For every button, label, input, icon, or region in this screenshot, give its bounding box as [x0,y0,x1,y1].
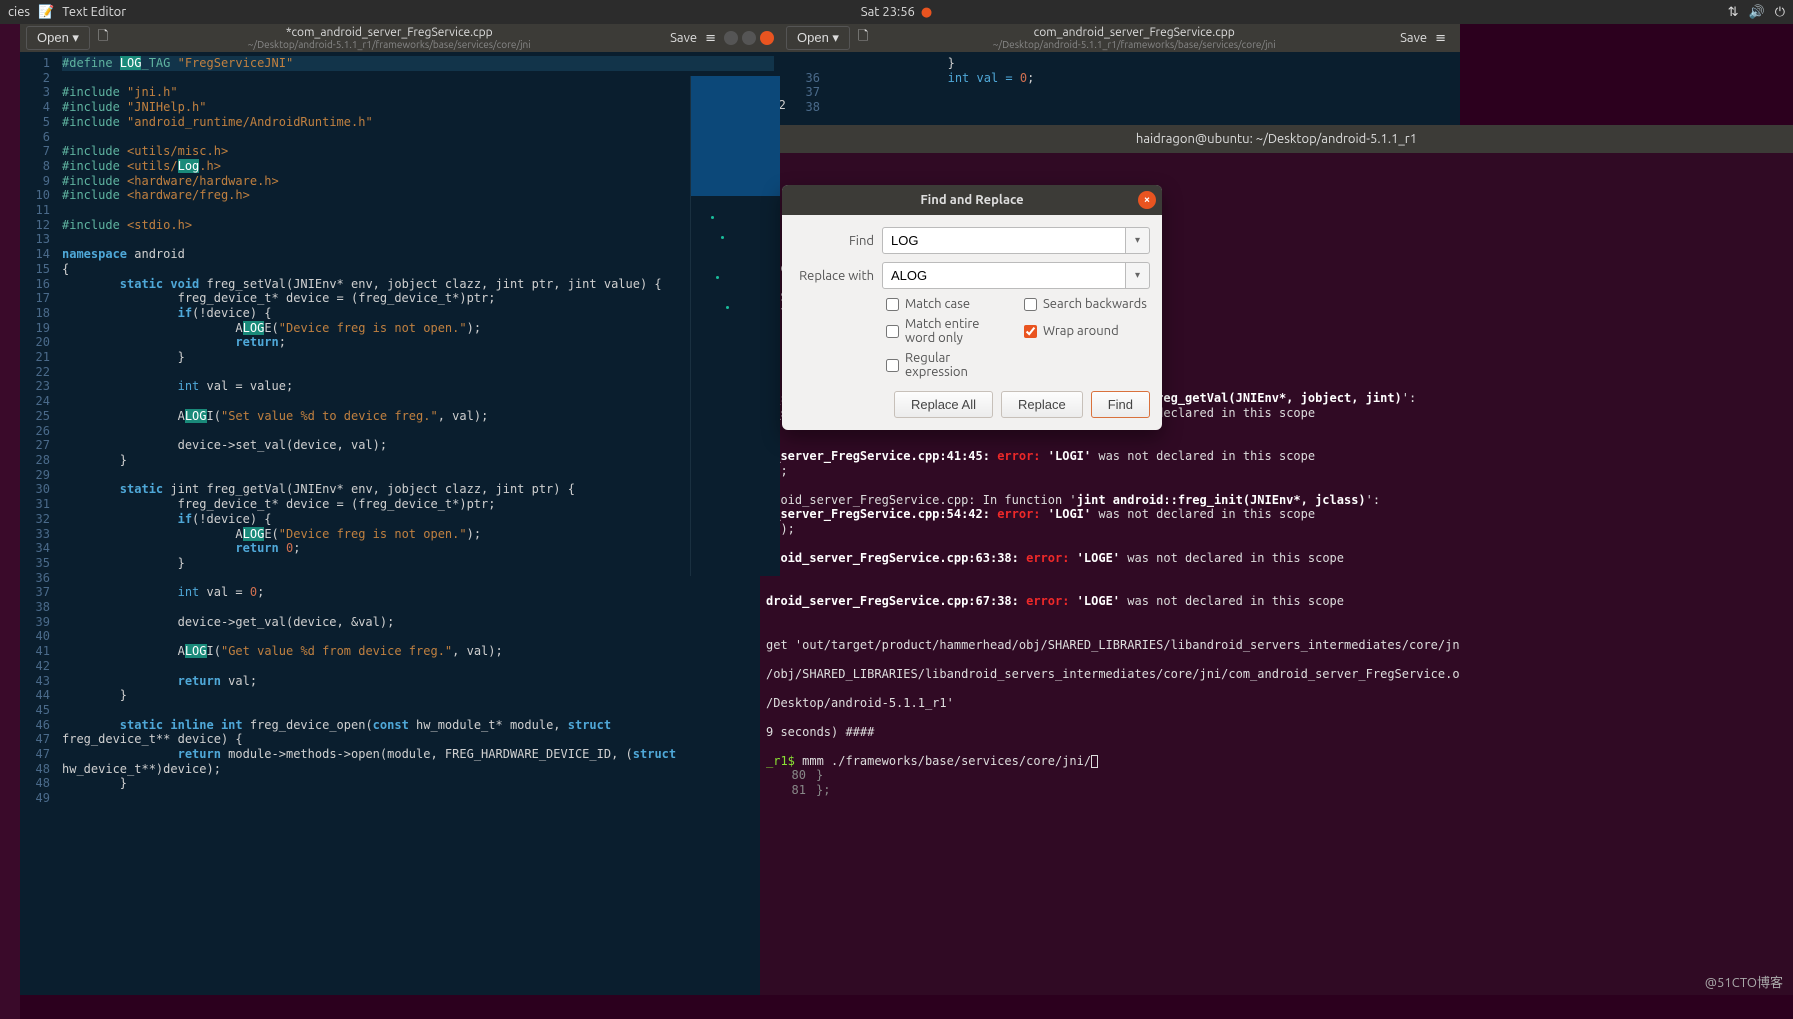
editor-titlebar: Open ▾ 🗋 *com_android_server_FregService… [20,24,780,52]
find-replace-dialog: Find and Replace × Find ▾ Replace with ▾… [782,185,1162,430]
hamburger-menu-icon[interactable]: ≡ [1435,31,1446,46]
find-input[interactable] [882,227,1126,254]
hamburger-menu-icon[interactable]: ≡ [705,31,716,46]
match-word-checkbox[interactable]: Match entire word only [886,317,1012,345]
window-title: com_android_server_FregService.cpp [868,26,1400,39]
new-document-icon[interactable]: 🗋 [858,27,868,49]
editor-window-right: Open ▾ 🗋 com_android_server_FregService.… [780,24,1460,134]
replace-button[interactable]: Replace [1001,391,1083,418]
search-backwards-checkbox[interactable]: Search backwards [1024,297,1150,311]
dialog-titlebar[interactable]: Find and Replace × [782,185,1162,215]
save-button[interactable]: Save [670,31,697,45]
replace-input[interactable] [882,262,1126,289]
dialog-title: Find and Replace [920,193,1023,207]
replace-label: Replace with [794,269,874,283]
minimap-viewport[interactable] [691,76,780,196]
text-editor-icon: 📝 [38,5,54,20]
dialog-close-icon[interactable]: × [1138,191,1156,209]
replace-all-button[interactable]: Replace All [894,391,993,418]
open-button[interactable]: Open ▾ [786,26,850,50]
system-menubar: cies 📝 Text Editor Sat 23:56 ● ⇅ 🔊 ⏻ [0,0,1793,24]
new-document-icon[interactable]: 🗋 [98,27,108,49]
replace-dropdown-icon[interactable]: ▾ [1126,262,1150,289]
unity-launcher[interactable] [0,24,20,1019]
find-label: Find [794,234,874,248]
open-button[interactable]: Open ▾ [26,26,90,50]
app-name[interactable]: Text Editor [62,5,126,19]
editor-window-left: Open ▾ 🗋 *com_android_server_FregService… [20,24,780,995]
window-title: *com_android_server_FregService.cpp [108,26,670,39]
close-icon[interactable] [760,31,774,45]
find-dropdown-icon[interactable]: ▾ [1126,227,1150,254]
find-button[interactable]: Find [1091,391,1150,418]
volume-icon[interactable]: 🔊 [1749,5,1765,20]
clock[interactable]: Sat 23:56 [861,5,915,19]
line-number-gutter: 1234567891011121314151617181920212223242… [20,52,56,995]
match-case-checkbox[interactable]: Match case [886,297,1012,311]
code-editor[interactable]: 1234567891011121314151617181920212223242… [20,52,780,995]
code-content[interactable]: } int val = 0; [826,52,1460,134]
menubar-fragment: cies [8,5,30,19]
minimap[interactable] [690,76,780,576]
code-content[interactable]: #define LOG_TAG "FregServiceJNI" #includ… [56,52,780,995]
watermark: @51CTO博客 [1705,972,1783,991]
terminal-titlebar: haidragon@ubuntu: ~/Desktop/android-5.1.… [760,125,1793,153]
wrap-around-checkbox[interactable]: Wrap around [1024,317,1150,345]
minimize-icon[interactable] [724,31,738,45]
window-subtitle: ~/Desktop/android-5.1.1_r1/frameworks/ba… [108,39,670,50]
code-editor[interactable]: 36 37 38 } int val = 0; [780,52,1460,134]
maximize-icon[interactable] [742,31,756,45]
notification-dot-icon: ● [921,5,932,20]
editor-titlebar: Open ▾ 🗋 com_android_server_FregService.… [780,24,1460,52]
save-button[interactable]: Save [1400,31,1427,45]
power-icon[interactable]: ⏻ [1775,5,1785,20]
window-subtitle: ~/Desktop/android-5.1.1_r1/frameworks/ba… [868,39,1400,50]
line-number-gutter: 36 37 38 [780,52,826,134]
regex-checkbox[interactable]: Regular expression [886,351,1012,379]
network-icon[interactable]: ⇅ [1728,5,1739,20]
